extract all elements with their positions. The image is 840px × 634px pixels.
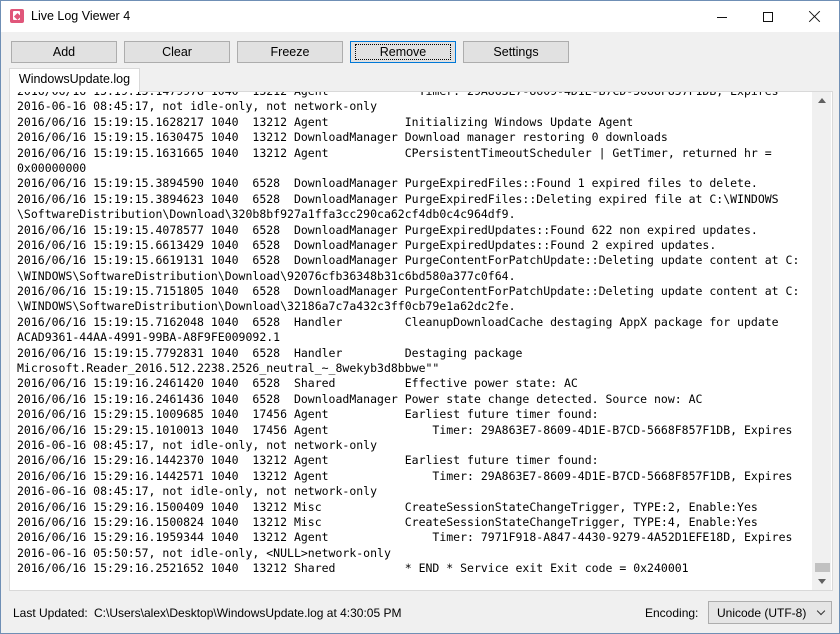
log-line: 2016/06/16 15:19:15.4078577 1040 6528 Do… [17, 222, 758, 237]
log-line: 2016/06/16 15:19:16.2461420 1040 6528 Sh… [17, 376, 578, 391]
settings-button[interactable]: Settings [463, 41, 569, 63]
log-line: Microsoft.Reader_2016.512.2238.2526_neut… [17, 361, 440, 376]
log-line: 2016/06/16 15:19:15.7162048 1040 6528 Ha… [17, 314, 779, 329]
log-line: 2016/06/16 15:19:15.1628217 1040 13212 A… [17, 114, 634, 129]
minimize-button[interactable] [699, 1, 745, 32]
log-panel: 2016/06/16 15:19:15.1479978 1040 13212 A… [9, 91, 833, 591]
log-line: 2016/06/16 15:29:16.2521652 1040 13212 S… [17, 561, 689, 576]
remove-button[interactable]: Remove [350, 41, 456, 63]
maximize-icon [763, 12, 773, 22]
log-line: 2016/06/16 15:29:16.1959344 1040 13212 A… [17, 530, 793, 545]
log-line: 2016/06/16 15:29:15.1010013 1040 17456 A… [17, 422, 793, 437]
clear-button[interactable]: Clear [124, 41, 230, 63]
encoding-select[interactable]: Unicode (UTF-8) [708, 601, 832, 624]
log-line: 2016/06/16 15:29:16.1442571 1040 13212 A… [17, 468, 793, 483]
close-icon [808, 10, 821, 23]
log-line: 2016/06/16 15:19:15.6613429 1040 6528 Do… [17, 237, 717, 252]
log-line: 2016/06/16 15:19:15.1479978 1040 13212 A… [17, 92, 799, 99]
freeze-button[interactable]: Freeze [237, 41, 343, 63]
log-line: \WINDOWS\SoftwareDistribution\Download\3… [17, 299, 516, 314]
log-line: \WINDOWS\SoftwareDistribution\Download\9… [17, 268, 516, 283]
log-view[interactable]: 2016/06/16 15:19:15.1479978 1040 13212 A… [14, 92, 812, 580]
encoding-label: Encoding: [645, 606, 699, 620]
scroll-thumb[interactable] [815, 563, 830, 572]
remove-button-label: Remove [354, 44, 452, 60]
maximize-button[interactable] [745, 1, 791, 32]
add-button[interactable]: Add [11, 41, 117, 63]
log-line: ACAD9361-44AA-4991-99BA-A8F9FE009092.1 [17, 330, 281, 345]
log-line: 2016/06/16 15:19:15.1630475 1040 13212 D… [17, 130, 668, 145]
encoding-value: Unicode (UTF-8) [717, 606, 807, 620]
chevron-down-icon [816, 606, 826, 616]
minimize-icon [717, 17, 727, 18]
log-line: 2016/06/16 15:29:16.1500824 1040 13212 M… [17, 514, 758, 529]
log-line: 2016-06-16 08:45:17, not idle-only, not … [17, 484, 378, 499]
app-window: Live Log Viewer 4 Add Clear Freeze Remov… [0, 0, 840, 634]
scroll-down-arrow-icon[interactable] [818, 579, 826, 584]
tab-windowsupdate-log[interactable]: WindowsUpdate.log [9, 68, 140, 92]
vertical-scrollbar[interactable] [812, 92, 831, 590]
log-line: 0x00000000 [17, 160, 87, 175]
log-line: 2016-06-16 05:50:57, not idle-only, <NUL… [17, 545, 391, 560]
window-title: Live Log Viewer 4 [31, 9, 131, 23]
log-line: 2016/06/16 15:29:16.1500409 1040 13212 M… [17, 499, 758, 514]
log-line: 2016/06/16 15:19:15.3894623 1040 6528 Do… [17, 191, 779, 206]
scroll-up-arrow-icon[interactable] [818, 98, 826, 103]
last-updated-label: Last Updated: [13, 606, 88, 620]
log-line: \SoftwareDistribution\Download\320b8bf92… [17, 207, 516, 222]
log-line: 2016/06/16 15:19:15.7151805 1040 6528 Do… [17, 284, 800, 299]
log-line: 2016/06/16 15:19:16.2461436 1040 6528 Do… [17, 391, 703, 406]
log-line: 2016-06-16 08:45:17, not idle-only, not … [17, 99, 378, 114]
log-line: 2016/06/16 15:19:15.1631665 1040 13212 A… [17, 145, 772, 160]
log-line: 2016/06/16 15:19:15.3894590 1040 6528 Do… [17, 176, 758, 191]
log-viewer-icon [10, 9, 24, 23]
title-bar[interactable]: Live Log Viewer 4 [1, 1, 839, 32]
log-line: 2016/06/16 15:19:15.7792831 1040 6528 Ha… [17, 345, 523, 360]
log-line: 2016/06/16 15:29:16.1442370 1040 13212 A… [17, 453, 599, 468]
status-bar: Last Updated: C:\Users\alex\Desktop\Wind… [1, 597, 839, 631]
log-lines: 2016/06/16 15:19:15.1479978 1040 13212 A… [17, 92, 799, 577]
close-button[interactable] [791, 1, 837, 32]
log-line: 2016/06/16 15:29:15.1009685 1040 17456 A… [17, 407, 599, 422]
log-line: 2016-06-16 08:45:17, not idle-only, not … [17, 437, 378, 452]
log-line: 2016/06/16 15:19:15.6619131 1040 6528 Do… [17, 253, 800, 268]
last-updated-value: C:\Users\alex\Desktop\WindowsUpdate.log … [94, 606, 402, 620]
